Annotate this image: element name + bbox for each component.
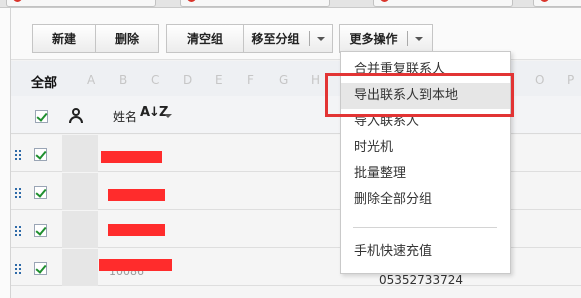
left-rail	[0, 8, 11, 298]
letter-filter-b[interactable]: B	[119, 73, 151, 87]
annotation-highlight-box	[325, 73, 514, 117]
drag-handle-icon[interactable]	[15, 188, 22, 198]
menu-item-mobile-recharge[interactable]: 手机快速充值	[341, 239, 510, 265]
menu-divider	[353, 227, 497, 228]
avatar	[62, 173, 98, 210]
drag-handle-icon[interactable]	[15, 226, 22, 236]
new-contact-label: 新建	[51, 32, 76, 46]
redaction-mark	[108, 224, 165, 236]
letter-filter-d[interactable]: D	[183, 73, 215, 87]
letter-filter-p[interactable]: P	[567, 73, 581, 87]
name-column-header[interactable]: 姓名	[113, 108, 137, 125]
menu-item-delete-all-groups[interactable]: 删除全部分组	[341, 187, 510, 213]
clear-group-button[interactable]: 清空组	[166, 24, 244, 53]
drag-handle-icon[interactable]	[15, 264, 22, 274]
letter-filter-e[interactable]: E	[215, 73, 247, 87]
delete-label: 删除	[114, 32, 139, 46]
filter-all[interactable]: 全部	[31, 72, 57, 91]
mail-icon	[380, 0, 389, 2]
row-checkbox[interactable]	[34, 262, 47, 275]
letter-filter-a[interactable]: A	[87, 73, 119, 87]
letter-filter-c[interactable]: C	[151, 73, 183, 87]
chevron-down-icon[interactable]	[164, 114, 172, 118]
drag-handle-icon[interactable]	[15, 150, 22, 160]
clear-group-label: 清空组	[186, 32, 223, 46]
row-checkbox[interactable]	[34, 186, 47, 199]
browser-tab[interactable]	[373, 0, 513, 7]
browser-tab[interactable]	[180, 0, 330, 7]
redaction-mark	[101, 151, 162, 163]
delete-button[interactable]: 删除	[96, 24, 159, 53]
person-icon[interactable]	[69, 108, 83, 123]
select-all-checkbox[interactable]	[35, 110, 48, 123]
letter-filter-f[interactable]: F	[247, 73, 279, 87]
mail-icon	[187, 0, 196, 2]
browser-tab[interactable]	[6, 0, 156, 7]
browser-tab-strip	[0, 0, 581, 8]
chevron-down-icon[interactable]	[414, 36, 423, 41]
menu-item-time-machine[interactable]: 时光机	[341, 135, 510, 161]
letter-filter-g[interactable]: G	[279, 73, 311, 87]
redaction-mark	[108, 189, 165, 201]
more-actions-button[interactable]: 更多操作	[339, 24, 433, 53]
menu-item-batch-organize[interactable]: 批量整理	[341, 161, 510, 187]
redaction-mark	[99, 259, 172, 271]
avatar	[62, 211, 98, 248]
split-divider	[308, 31, 310, 46]
more-actions-label: 更多操作	[349, 32, 398, 46]
move-to-group-button[interactable]: 移至分组	[244, 24, 333, 53]
mail-icon	[13, 0, 22, 2]
avatar	[62, 135, 98, 172]
move-to-group-label: 移至分组	[251, 32, 300, 46]
row-checkbox[interactable]	[34, 224, 47, 237]
mail-icon	[540, 0, 549, 2]
letter-filter-o[interactable]: O	[535, 73, 567, 87]
contact-phone: 05352733724	[379, 273, 463, 287]
row-checkbox[interactable]	[34, 148, 47, 161]
avatar	[62, 249, 98, 286]
browser-tab[interactable]	[533, 0, 581, 7]
new-contact-button[interactable]: 新建	[32, 24, 96, 53]
chevron-down-icon[interactable]	[316, 36, 325, 41]
split-divider	[406, 31, 408, 46]
